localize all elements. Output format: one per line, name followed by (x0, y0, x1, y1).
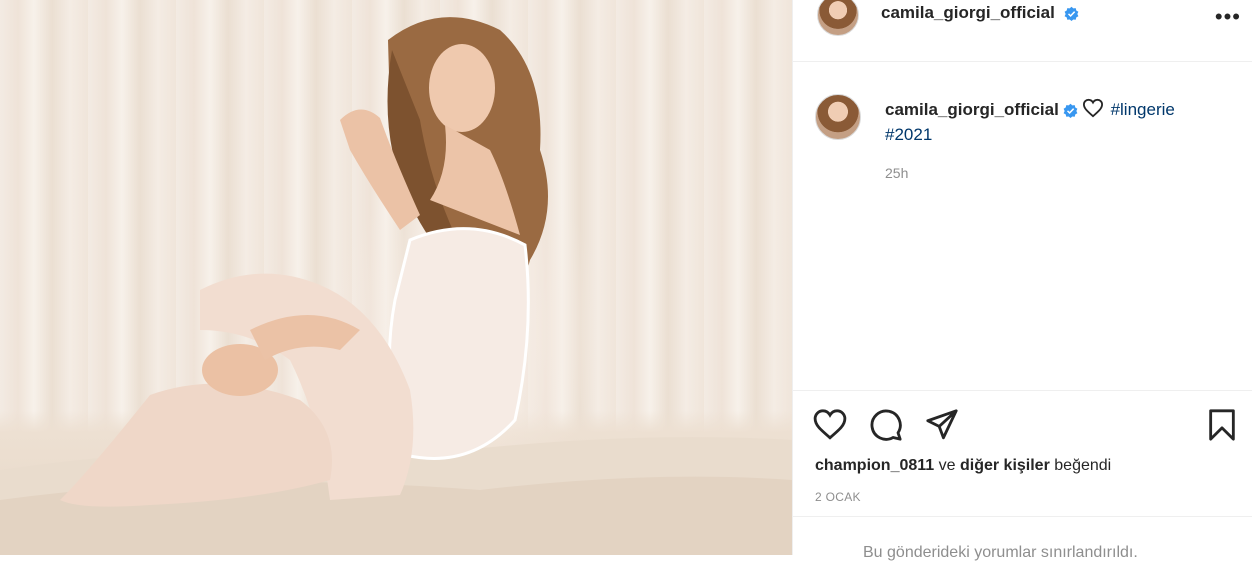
heart-emoji-icon (1082, 98, 1103, 118)
avatar[interactable] (817, 0, 859, 36)
hashtag-link[interactable]: #lingerie (1111, 100, 1175, 119)
likes-summary: champion_0811 ve diğer kişiler beğendi (815, 457, 1111, 475)
header-username-text[interactable]: camila_giorgi_official (881, 3, 1055, 22)
caption-time: 25h (885, 165, 909, 181)
share-icon[interactable] (925, 408, 959, 442)
bookmark-icon[interactable] (1205, 408, 1239, 442)
heart-icon[interactable] (813, 408, 847, 442)
liked-by-rest: ve (938, 457, 956, 474)
more-options-icon[interactable]: ••• (1215, 4, 1241, 30)
liked-by-others[interactable]: diğer kişiler (960, 457, 1050, 474)
post-image[interactable] (0, 0, 792, 555)
verified-badge-icon (1064, 6, 1078, 22)
post-header: camila_giorgi_official ••• (793, 0, 1252, 62)
caption-avatar[interactable] (815, 94, 861, 140)
comment-icon[interactable] (869, 408, 903, 442)
caption-username[interactable]: camila_giorgi_official (885, 100, 1059, 119)
liked-by-suffix: beğendi (1054, 457, 1112, 474)
comments-restricted-bar: Bu gönderideki yorumlar sınırlandırıldı. (793, 516, 1252, 561)
liked-by-user[interactable]: champion_0811 (815, 457, 934, 474)
comments-restricted-text: Bu gönderideki yorumlar sınırlandırıldı. (863, 544, 1138, 561)
caption-text: camila_giorgi_official #lingerie #2021 (885, 97, 1225, 147)
post-details-panel: camila_giorgi_official ••• camila_giorgi… (792, 0, 1252, 561)
header-username[interactable]: camila_giorgi_official (881, 3, 1079, 23)
verified-badge-icon (1063, 103, 1078, 119)
post-photo-figure (0, 17, 792, 555)
post-date[interactable]: 2 OCAK (815, 490, 861, 504)
hashtag-link[interactable]: #2021 (885, 125, 932, 144)
